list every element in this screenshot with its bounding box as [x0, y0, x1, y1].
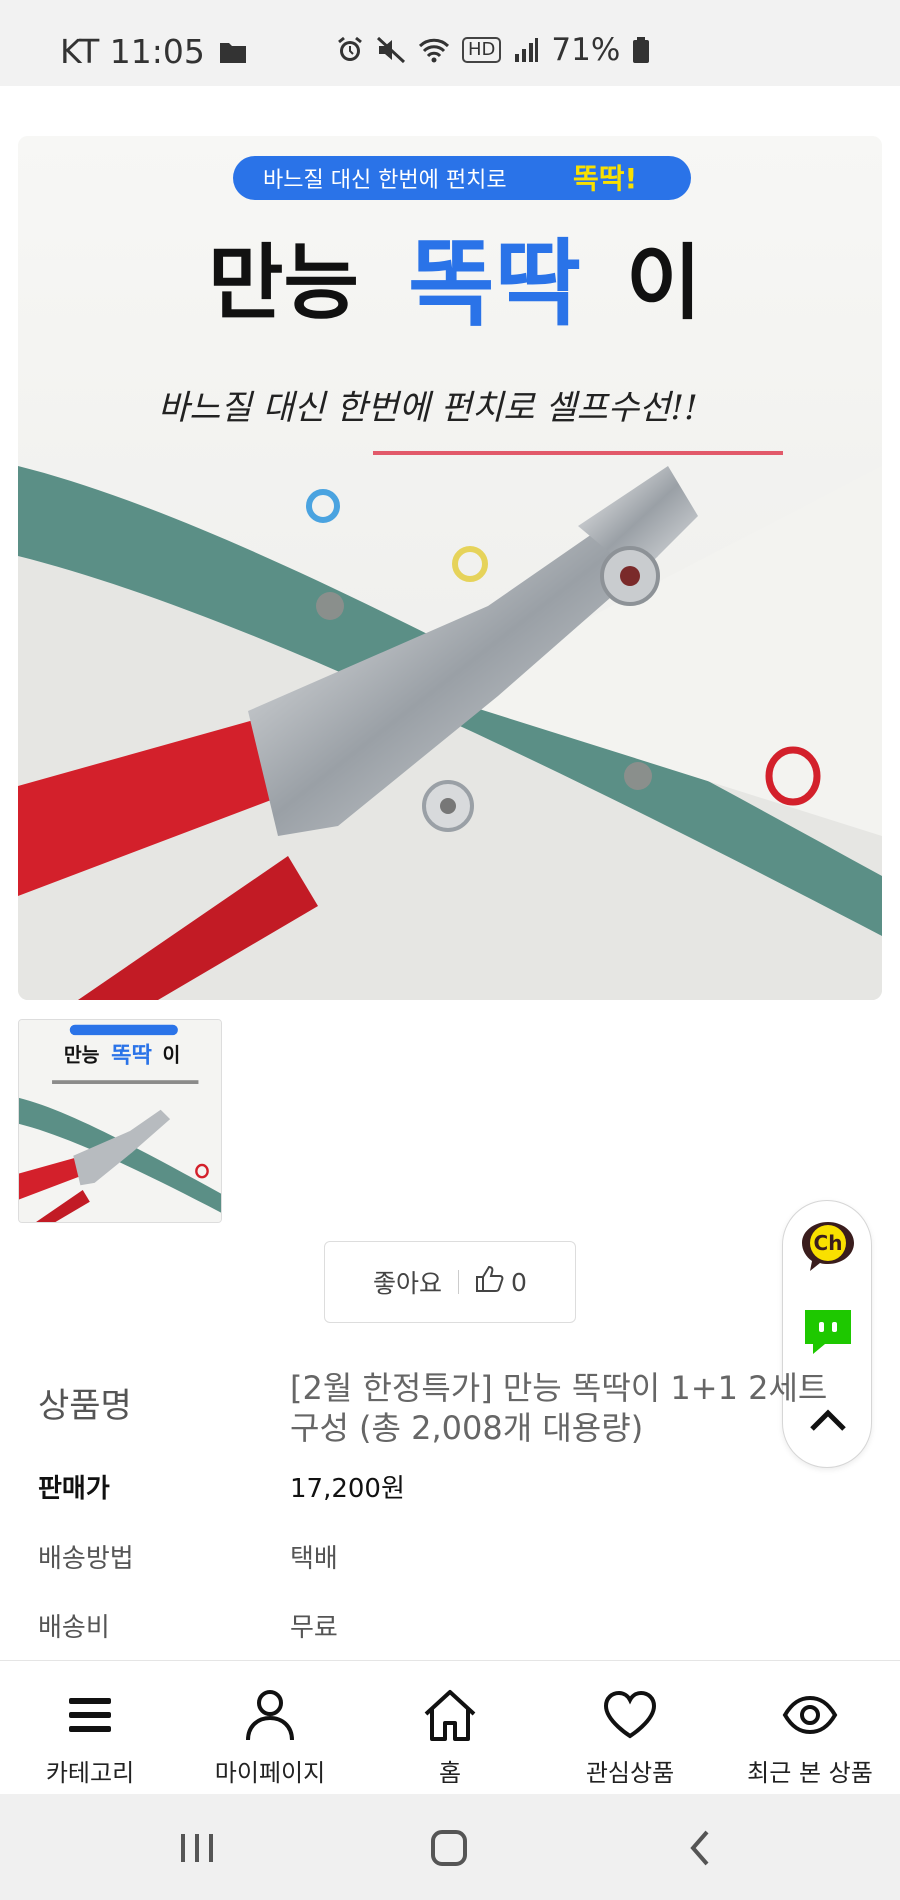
status-right: HD 71% [336, 32, 650, 68]
nav-label-recent: 최근 본 상품 [747, 1759, 873, 1787]
nav-item-home[interactable]: 홈 [360, 1661, 540, 1794]
thumbs-up-icon [475, 1265, 505, 1299]
nav-item-recent[interactable]: 최근 본 상품 [720, 1661, 900, 1794]
status-left: KT 11:05 [60, 32, 247, 71]
banner-text: 바느질 대신 한번에 펀치로 [263, 168, 507, 193]
nav-item-category[interactable]: 카테고리 [0, 1661, 180, 1794]
hd-badge: HD [462, 37, 502, 63]
nav-label-category: 카테고리 [45, 1759, 135, 1787]
signal-icon [513, 36, 539, 64]
price-value: 17,200원 [290, 1474, 405, 1504]
tagline: 바느질 대신 한번에 펀치로 셀프수선!! [158, 388, 698, 428]
nav-item-wishlist[interactable]: 관심상품 [540, 1661, 720, 1794]
alarm-icon [336, 36, 364, 64]
product-illustration: 바느질 대신 한번에 펀치로 똑딱! 만능 똑딱 이 바느질 대신 한번에 펀치… [18, 136, 882, 1000]
system-nav-bar [0, 1794, 900, 1900]
thumbnail-illustration: 만능 똑딱 이 [19, 1020, 221, 1222]
product-main-image[interactable]: 바느질 대신 한번에 펀치로 똑딱! 만능 똑딱 이 바느질 대신 한번에 펀치… [18, 136, 882, 1000]
back-button[interactable] [670, 1824, 730, 1872]
menu-icon [60, 1685, 120, 1745]
product-name-value: [2월 한정특가] 만능 똑딱이 1+1 2세트 구성 (총 2,008개 대용… [290, 1369, 828, 1447]
bottom-nav: 카테고리 마이페이지 홈 관심상품 최근 본 상품 [0, 1660, 900, 1794]
talk-chat-button[interactable] [800, 1305, 856, 1361]
svg-text:만능: 만능 [64, 1043, 100, 1066]
home-icon [420, 1685, 480, 1745]
like-button[interactable]: 좋아요 0 [324, 1241, 576, 1323]
title-suffix: 이 [626, 236, 701, 331]
shipping-method-row: 배송방법 택배 [38, 1538, 860, 1575]
back-chevron-icon [690, 1830, 709, 1866]
recent-apps-button[interactable] [167, 1824, 227, 1872]
nav-label-mypage: 마이페이지 [214, 1759, 326, 1787]
price-row: 판매가 17,200원 [38, 1468, 860, 1505]
wifi-icon [418, 36, 450, 64]
price-label: 판매가 [38, 1474, 110, 1504]
shipping-fee-value: 무료 [290, 1613, 338, 1643]
banner-highlight: 똑딱! [573, 162, 637, 195]
battery-level: 71% [551, 32, 621, 68]
status-bar: KT 11:05 HD 71% [0, 0, 900, 86]
chat-bubble-icon [805, 1310, 851, 1354]
like-count-wrap: 0 [475, 1265, 527, 1299]
product-thumbnail[interactable]: 만능 똑딱 이 [18, 1019, 222, 1223]
kakao-channel-button[interactable]: Ch [800, 1219, 856, 1275]
product-name-row: 상품명 [2월 한정특가] 만능 똑딱이 1+1 2세트 구성 (총 2,008… [38, 1368, 860, 1448]
nav-item-mypage[interactable]: 마이페이지 [180, 1661, 360, 1794]
home-system-button[interactable] [419, 1824, 479, 1872]
svg-text:Ch: Ch [814, 1231, 843, 1255]
nav-label-home: 홈 [438, 1759, 462, 1787]
recent-apps-icon [181, 1834, 213, 1862]
eye-icon [780, 1685, 840, 1745]
heart-icon [600, 1685, 660, 1745]
shipping-method-label: 배송방법 [38, 1544, 134, 1574]
product-name-label: 상품명 [38, 1386, 132, 1426]
folder-icon [219, 40, 247, 64]
title-highlight: 똑딱 [408, 230, 581, 339]
shipping-fee-label: 배송비 [38, 1613, 110, 1643]
svg-text:이: 이 [163, 1043, 181, 1066]
svg-text:똑딱: 똑딱 [111, 1043, 152, 1069]
title-prefix: 만능 [208, 236, 359, 331]
like-divider [458, 1270, 460, 1294]
like-count: 0 [511, 1267, 527, 1297]
like-label: 좋아요 [373, 1269, 443, 1298]
mute-icon [376, 36, 406, 64]
home-square-icon [431, 1830, 467, 1866]
person-icon [240, 1685, 300, 1745]
kakao-channel-icon: Ch [802, 1222, 854, 1271]
shipping-fee-row: 배송비 무료 [38, 1607, 860, 1644]
battery-icon [632, 36, 650, 64]
carrier-time: KT 11:05 [60, 32, 205, 71]
nav-label-wishlist: 관심상품 [585, 1759, 675, 1787]
shipping-method-value: 택배 [290, 1544, 338, 1574]
